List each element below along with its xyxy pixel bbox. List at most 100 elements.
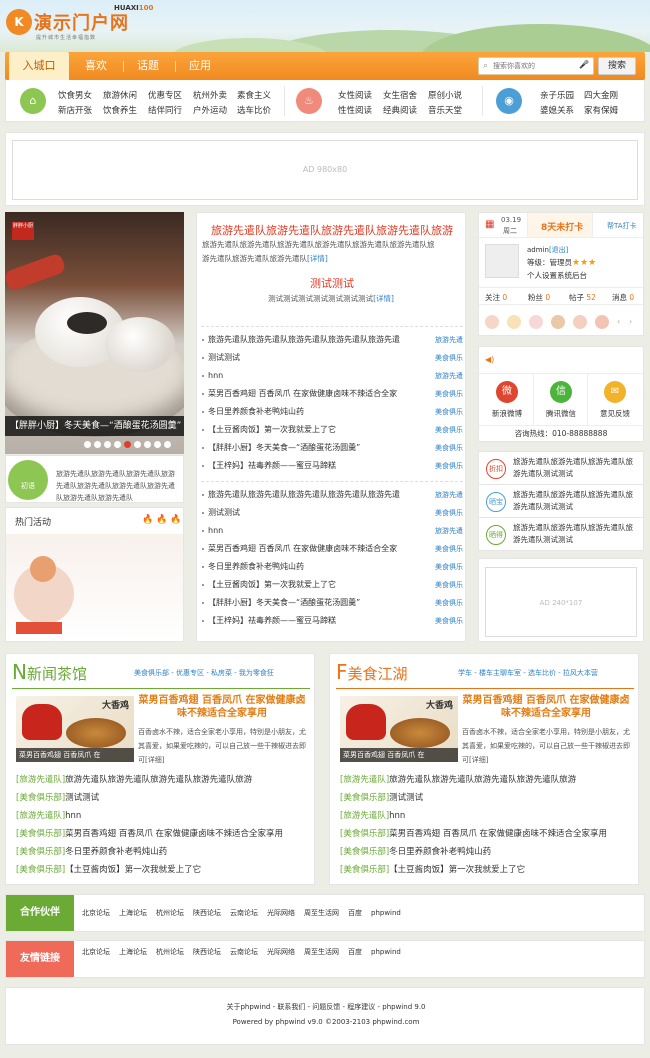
section-logo[interactable]: N新闻茶馆	[12, 660, 87, 684]
section-links[interactable]: 美食俱乐部 - 优惠专区 - 私房菜 - 我为零食狂	[134, 668, 274, 678]
list-item[interactable]: 冬日里养颜食补老鸭炖山药 美食俱乐	[201, 403, 463, 421]
checkin-status[interactable]: 8天未打卡	[541, 220, 583, 233]
section-headline[interactable]: 菜男百香鸡翅 百香凤爪 在家做健康卤味不辣适合全家享用	[460, 694, 632, 720]
list-item[interactable]: [美食俱乐部]测试测试	[340, 789, 636, 807]
category-link[interactable]: 原创小说	[428, 89, 462, 101]
details-link[interactable]: [详情]	[373, 294, 394, 303]
list-item[interactable]: 菜男百香鸡翅 百香凤爪 在家做健康卤味不辣适合全家 美食俱乐	[201, 540, 463, 558]
category-link[interactable]: 选车比价	[237, 104, 271, 116]
list-item[interactable]: [美食俱乐部]冬日里养颜食补老鸭炖山药	[340, 843, 636, 861]
partner-link[interactable]: 杭州论坛	[156, 909, 184, 917]
logout-link[interactable]: [退出]	[549, 246, 568, 254]
fire-icon[interactable]: 🔥	[142, 515, 153, 525]
category-link[interactable]: 结伴同行	[148, 104, 182, 116]
partner-link[interactable]: 上海论坛	[119, 909, 147, 917]
list-item[interactable]: [美食俱乐部]冬日里养颜食补老鸭炖山药	[16, 843, 312, 861]
friend-avatar[interactable]	[573, 315, 587, 329]
ad-right[interactable]: AD 240*107	[485, 567, 637, 637]
nav-item-entry[interactable]: 入城口	[9, 52, 69, 80]
list-item[interactable]: 【王梓妈】祛毒养颜——蜜豆马蹄糕 美食俱乐	[201, 612, 463, 630]
slider-dot[interactable]	[154, 441, 161, 448]
friend-link[interactable]: 云南论坛	[230, 948, 258, 956]
settings-link[interactable]: 个人设置系统后台	[527, 270, 587, 281]
friend-avatar[interactable]	[529, 315, 543, 329]
category-link[interactable]: 素食主义	[237, 89, 271, 101]
fire-icon[interactable]: 🔥	[156, 515, 167, 525]
friend-link[interactable]: 百度	[348, 948, 362, 956]
section-image[interactable]: 大香鸡 菜男百香鸡翅 百香凤爪 在	[340, 696, 458, 762]
next-arrow-icon[interactable]: ›	[629, 317, 632, 326]
list-item[interactable]: 【胖胖小厨】冬天美食—“酒酿蛋花汤圆羹” 美食俱乐	[201, 594, 463, 612]
friend-avatar[interactable]	[507, 315, 521, 329]
nav-item-like[interactable]: 喜欢	[71, 52, 121, 80]
list-item[interactable]: 【胖胖小厨】冬天美食—“酒酿蛋花汤圆羹” 美食俱乐	[201, 439, 463, 457]
friend-link[interactable]: 北京论坛	[82, 948, 110, 956]
list-item[interactable]: [美食俱乐部]菜男百香鸡翅 百香凤爪 在家做健康卤味不辣适合全家享用	[16, 825, 312, 843]
slider-dot[interactable]	[164, 441, 171, 448]
slider-dot[interactable]	[104, 441, 111, 448]
microphone-icon[interactable]: 🎤	[579, 60, 589, 69]
section-image[interactable]: 大香鸡 菜男百香鸡翅 百香凤爪 在	[16, 696, 134, 762]
stat-messages[interactable]: 消息 0	[612, 292, 634, 303]
list-item[interactable]: [旅游先遣队]旅游先遣队旅游先遣队旅游先遣队旅游先遣队旅游	[16, 771, 312, 789]
search-input[interactable]	[493, 60, 579, 72]
friend-avatar[interactable]	[485, 315, 499, 329]
friend-avatar[interactable]	[551, 315, 565, 329]
headline-title[interactable]: 旅游先遣队旅游先遣队旅游先遣队旅游先遣队旅游	[197, 222, 467, 238]
list-item[interactable]: 旅游先遣队旅游先遣队旅游先遣队旅游先遣队旅游先遣 旅游先遣	[201, 486, 463, 504]
list-item[interactable]: 测试测试 美食俱乐	[201, 504, 463, 522]
wechat-link[interactable]: 信腾讯微信	[535, 381, 587, 419]
category-link[interactable]: 旅游休闲	[103, 89, 137, 101]
section-links[interactable]: 学车 - 楼车主聊车室 - 选车比价 - 拉风大本营	[458, 668, 598, 678]
stat-posts[interactable]: 帖子 52	[569, 292, 596, 303]
list-item[interactable]: 旅游先遣队旅游先遣队旅游先遣队旅游先遣队旅游先遣 旅游先遣	[201, 331, 463, 349]
slider-dot-active[interactable]	[124, 441, 131, 448]
list-item[interactable]: [美食俱乐部]【土豆酱肉饭】第一次我就爱上了它	[16, 861, 312, 879]
list-item[interactable]: [美食俱乐部]菜男百香鸡翅 百香凤爪 在家做健康卤味不辣适合全家享用	[340, 825, 636, 843]
friend-link[interactable]: 光际网络	[267, 948, 295, 956]
list-item[interactable]: [美食俱乐部]【土豆酱肉饭】第一次我就爱上了它	[340, 861, 636, 879]
details-link[interactable]: [详情]	[307, 254, 328, 263]
friend-link[interactable]: 杭州论坛	[156, 948, 184, 956]
stat-fans[interactable]: 粉丝 0	[528, 292, 550, 303]
partner-link[interactable]: 百度	[348, 909, 362, 917]
username[interactable]: admin	[527, 246, 549, 254]
partner-link[interactable]: 周至生活网	[304, 909, 339, 917]
slider-dot[interactable]	[134, 441, 141, 448]
list-item[interactable]: hnn 旅游先遣	[201, 522, 463, 540]
friend-link[interactable]: 周至生活网	[304, 948, 339, 956]
category-link[interactable]: 女生宿舍	[383, 89, 417, 101]
partner-link[interactable]: 陕西论坛	[193, 909, 221, 917]
list-item[interactable]: 【土豆酱肉饭】第一次我就爱上了它 美食俱乐	[201, 576, 463, 594]
avatar[interactable]	[485, 244, 519, 278]
section-headline[interactable]: 菜男百香鸡翅 百香凤爪 在家做健康卤味不辣适合全家享用	[136, 694, 308, 720]
category-link[interactable]: 家有保姆	[584, 104, 618, 116]
friend-link[interactable]: 陕西论坛	[193, 948, 221, 956]
list-item[interactable]: 【土豆酱肉饭】第一次我就爱上了它 美食俱乐	[201, 421, 463, 439]
section-logo[interactable]: F美食江湖	[336, 660, 408, 684]
category-link[interactable]: 饮食男女	[58, 89, 92, 101]
friend-avatar[interactable]	[595, 315, 609, 329]
slider-dot[interactable]	[114, 441, 121, 448]
partner-link[interactable]: 北京论坛	[82, 909, 110, 917]
category-link[interactable]: 婆媳关系	[540, 104, 574, 116]
category-link[interactable]: 亲子乐园	[540, 89, 574, 101]
list-item[interactable]: hnn 旅游先遣	[201, 367, 463, 385]
category-link[interactable]: 性性阅读	[338, 104, 372, 116]
nav-item-topic[interactable]: 话题	[123, 52, 173, 80]
hot-activity-image[interactable]	[6, 534, 183, 641]
category-link[interactable]: 女性阅读	[338, 89, 372, 101]
headline-title[interactable]: 测试测试	[197, 275, 467, 291]
prev-arrow-icon[interactable]: ‹	[617, 317, 620, 326]
hot-item[interactable]: 晒宝 旅游先遣队旅游先遣队旅游先遣队旅游先遣队测试测试	[478, 484, 644, 518]
search-button[interactable]: 搜索	[598, 57, 636, 75]
slider-dot[interactable]	[94, 441, 101, 448]
fire-icon[interactable]: 🔥	[170, 515, 181, 525]
site-logo[interactable]: 演示门户网	[34, 9, 129, 35]
category-link[interactable]: 四大金刚	[584, 89, 618, 101]
footer-links[interactable]: 关于phpwind - 联系我们 - 问题反馈 - 程序建议 - phpwind…	[6, 1002, 646, 1012]
list-item[interactable]: 菜男百香鸡翅 百香凤爪 在家做健康卤味不辣适合全家 美食俱乐	[201, 385, 463, 403]
partner-link[interactable]: 光际网络	[267, 909, 295, 917]
category-link[interactable]: 优惠专区	[148, 89, 182, 101]
category-link[interactable]: 新店开张	[58, 104, 92, 116]
